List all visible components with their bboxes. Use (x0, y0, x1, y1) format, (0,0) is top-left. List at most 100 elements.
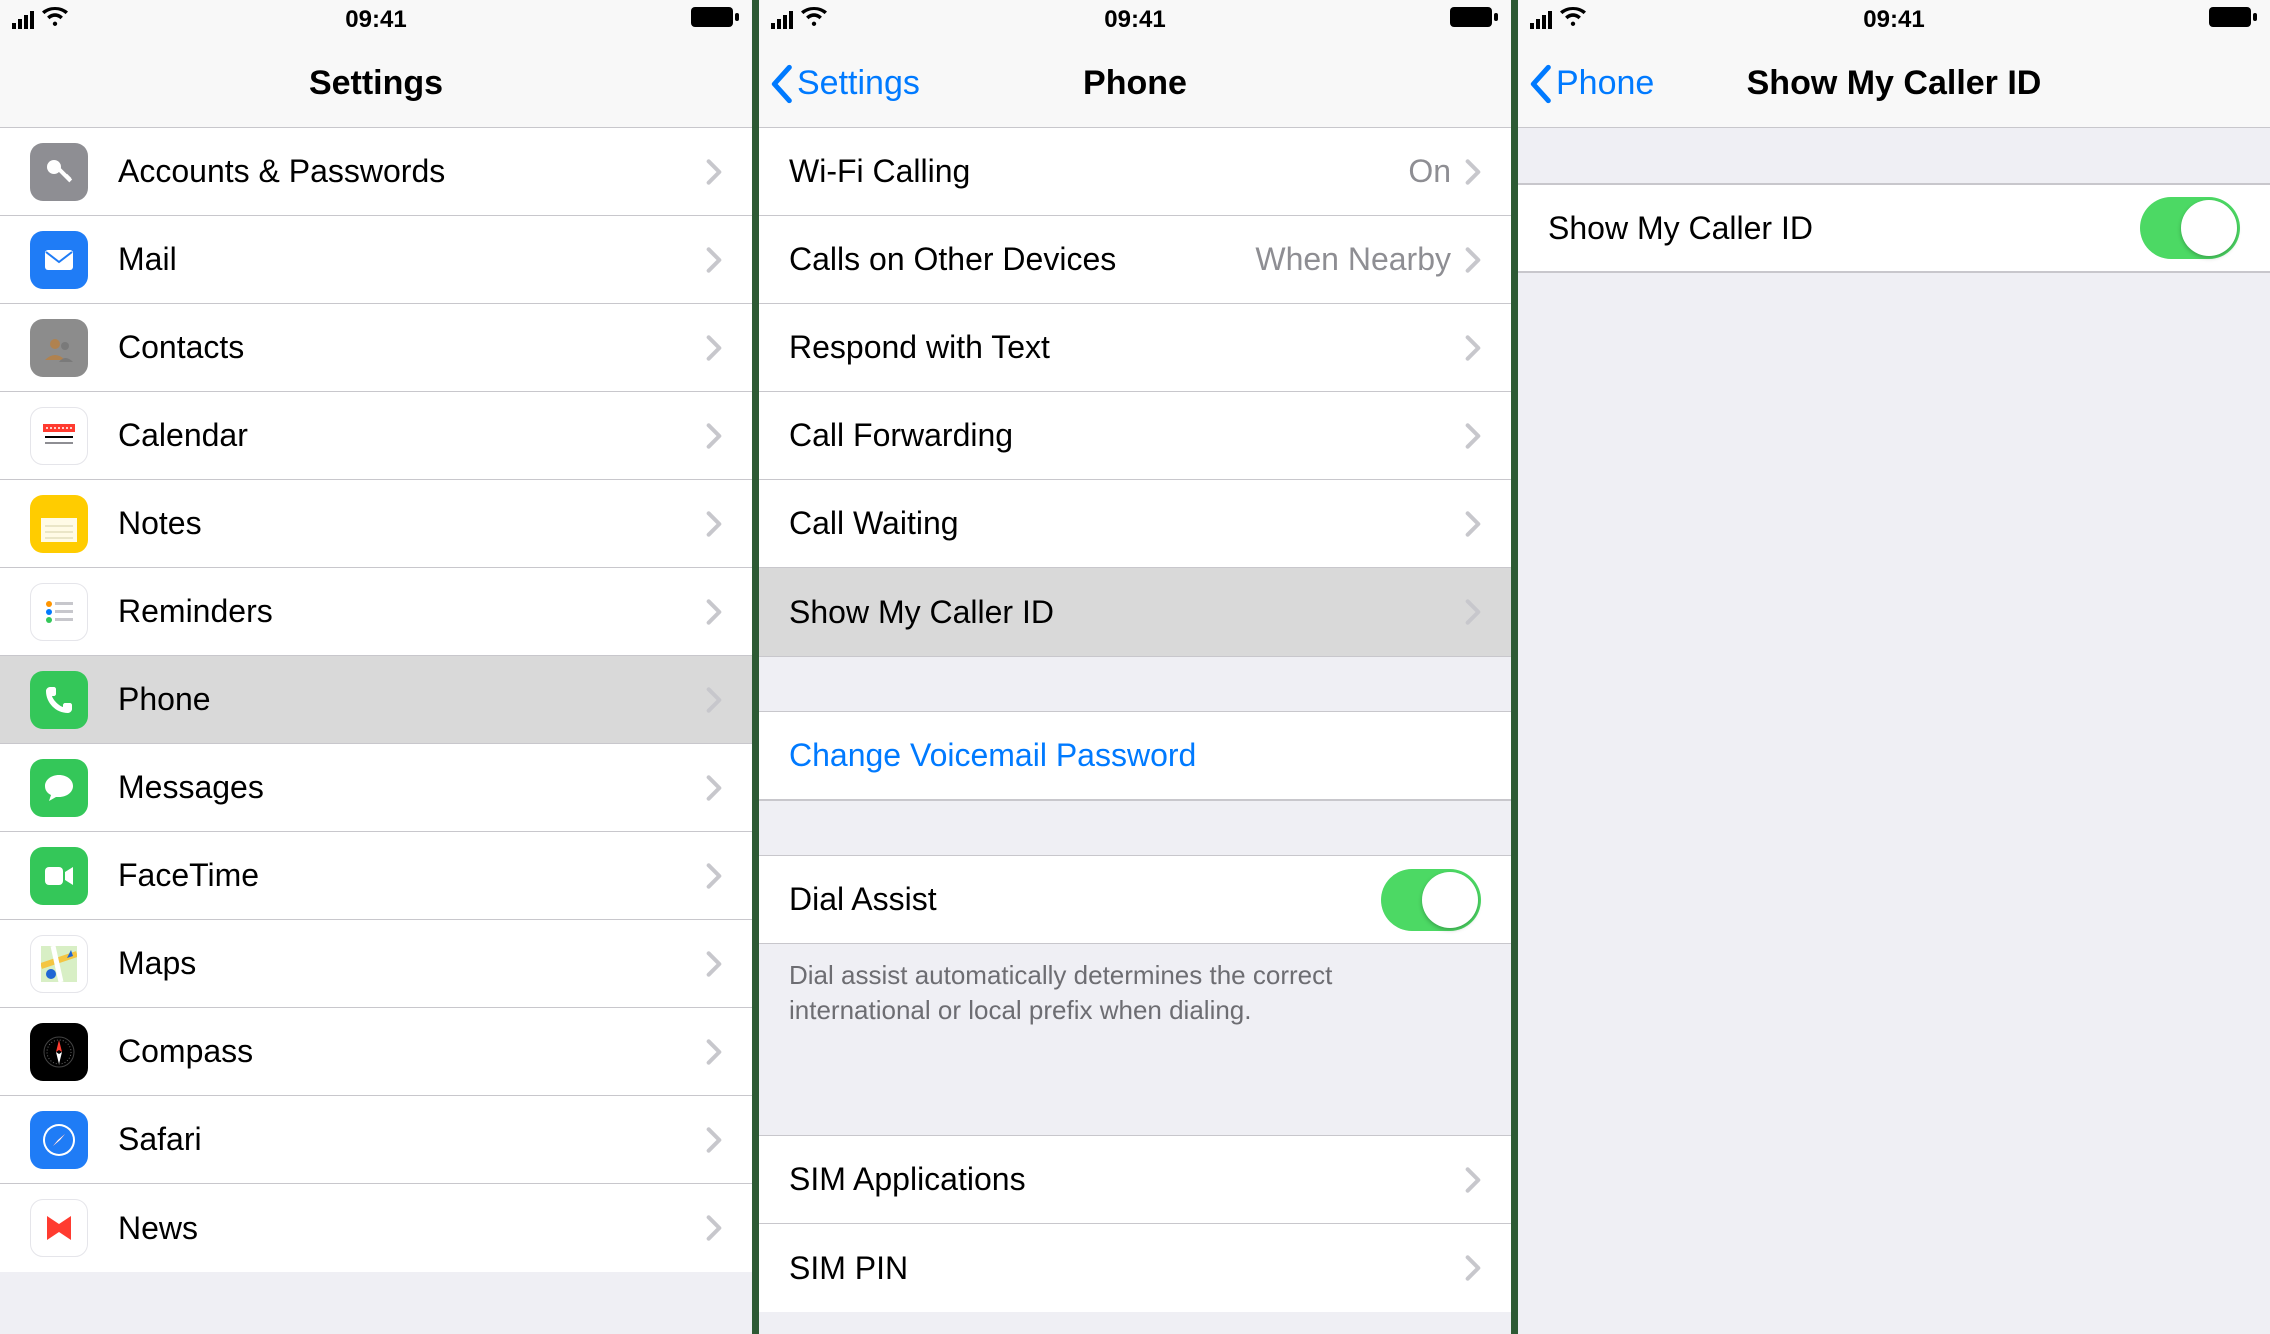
chevron-right-icon (1465, 598, 1481, 626)
cellular-signal-icon (1530, 11, 1552, 29)
nav-bar: Phone Show My Caller ID (1518, 40, 2270, 128)
row-label: Call Forwarding (789, 417, 1465, 454)
row-label: Calendar (118, 417, 706, 454)
cellular-signal-icon (12, 11, 34, 29)
settings-row-news[interactable]: News (0, 1184, 752, 1272)
chevron-right-icon (706, 246, 722, 274)
settings-row-compass[interactable]: Compass (0, 1008, 752, 1096)
settings-row-calendar[interactable]: Calendar (0, 392, 752, 480)
settings-row-mail[interactable]: Mail (0, 216, 752, 304)
back-button[interactable]: Settings (769, 40, 920, 127)
cellular-signal-icon (771, 11, 793, 29)
reminders-icon (30, 583, 88, 641)
chevron-right-icon (706, 510, 722, 538)
calendar-icon (30, 407, 88, 465)
row-label: Messages (118, 769, 706, 806)
row-label: Mail (118, 241, 706, 278)
dial-assist-note: Dial assist automatically determines the… (759, 944, 1511, 1036)
row-label: Notes (118, 505, 706, 542)
chevron-right-icon (706, 1038, 722, 1066)
row-label: Safari (118, 1121, 706, 1158)
row-label: SIM Applications (789, 1161, 1465, 1198)
chevron-right-icon (706, 158, 722, 186)
phone-row-calls-on-other-devices[interactable]: Calls on Other DevicesWhen Nearby (759, 216, 1511, 304)
row-label: SIM PIN (789, 1250, 1465, 1287)
phone-icon (30, 671, 88, 729)
chevron-right-icon (706, 598, 722, 626)
settings-row-maps[interactable]: Maps (0, 920, 752, 1008)
settings-row-reminders[interactable]: Reminders (0, 568, 752, 656)
row-label: Change Voicemail Password (789, 737, 1481, 774)
row-label: News (118, 1210, 706, 1247)
settings-row-notes[interactable]: Notes (0, 480, 752, 568)
settings-row-phone[interactable]: Phone (0, 656, 752, 744)
status-bar: 09:41 (759, 0, 1511, 40)
chevron-right-icon (706, 686, 722, 714)
wifi-icon (801, 6, 827, 34)
battery-icon (690, 6, 740, 35)
row-label: Respond with Text (789, 329, 1465, 366)
row-detail: When Nearby (1255, 241, 1451, 278)
phone-row-show-my-caller-id[interactable]: Show My Caller ID (759, 568, 1511, 656)
chevron-right-icon (1465, 1166, 1481, 1194)
back-button[interactable]: Phone (1528, 40, 1654, 127)
row-label: FaceTime (118, 857, 706, 894)
status-time: 09:41 (1863, 6, 1924, 34)
mail-icon (30, 231, 88, 289)
nav-title: Show My Caller ID (1747, 64, 2042, 103)
nav-title: Phone (1083, 64, 1187, 103)
compass-icon (30, 1023, 88, 1081)
key-icon (30, 143, 88, 201)
chevron-right-icon (706, 422, 722, 450)
chevron-right-icon (706, 774, 722, 802)
settings-row-contacts[interactable]: Contacts (0, 304, 752, 392)
row-label: Maps (118, 945, 706, 982)
show-caller-id-toggle[interactable] (2140, 197, 2240, 259)
chevron-right-icon (1465, 158, 1481, 186)
phone-row-respond-with-text[interactable]: Respond with Text (759, 304, 1511, 392)
messages-icon (30, 759, 88, 817)
battery-icon (1449, 6, 1499, 35)
row-label: Phone (118, 681, 706, 718)
status-time: 09:41 (1104, 6, 1165, 34)
phone-row-wi-fi-calling[interactable]: Wi-Fi CallingOn (759, 128, 1511, 216)
phone-row-sim-applications[interactable]: SIM Applications (759, 1136, 1511, 1224)
back-label: Phone (1556, 64, 1654, 103)
change-voicemail-password-row[interactable]: Change Voicemail Password (759, 712, 1511, 800)
row-label: Call Waiting (789, 505, 1465, 542)
dial-assist-toggle[interactable] (1381, 869, 1481, 931)
settings-list[interactable]: Accounts & Passwords Mail Contacts Calendar… (0, 128, 752, 1272)
nav-bar: Settings Phone (759, 40, 1511, 128)
chevron-right-icon (706, 950, 722, 978)
phone-row-call-forwarding[interactable]: Call Forwarding (759, 392, 1511, 480)
show-caller-id-row[interactable]: Show My Caller ID (1518, 184, 2270, 272)
chevron-right-icon (1465, 510, 1481, 538)
phone-row-call-waiting[interactable]: Call Waiting (759, 480, 1511, 568)
wifi-icon (1560, 6, 1586, 34)
settings-row-safari[interactable]: Safari (0, 1096, 752, 1184)
settings-row-accounts-passwords[interactable]: Accounts & Passwords (0, 128, 752, 216)
dial-assist-row[interactable]: Dial Assist (759, 856, 1511, 944)
row-label: Contacts (118, 329, 706, 366)
news-icon (30, 1199, 88, 1257)
settings-row-messages[interactable]: Messages (0, 744, 752, 832)
status-bar: 09:41 (0, 0, 752, 40)
row-label: Show My Caller ID (789, 594, 1465, 631)
row-label: Accounts & Passwords (118, 153, 706, 190)
wifi-icon (42, 6, 68, 34)
nav-title: Settings (309, 64, 443, 103)
facetime-icon (30, 847, 88, 905)
chevron-right-icon (1465, 246, 1481, 274)
row-label: Compass (118, 1033, 706, 1070)
screen-show-caller-id: 09:41 Phone Show My Caller ID Show My Ca… (1518, 0, 2270, 1334)
row-label: Show My Caller ID (1548, 210, 2140, 247)
nav-bar: Settings (0, 40, 752, 128)
settings-row-facetime[interactable]: FaceTime (0, 832, 752, 920)
row-label: Reminders (118, 593, 706, 630)
chevron-right-icon (1465, 334, 1481, 362)
chevron-right-icon (1465, 422, 1481, 450)
phone-row-sim-pin[interactable]: SIM PIN (759, 1224, 1511, 1312)
status-time: 09:41 (345, 6, 406, 34)
phone-settings-list[interactable]: Wi-Fi CallingOnCalls on Other DevicesWhe… (759, 128, 1511, 1312)
safari-icon (30, 1111, 88, 1169)
